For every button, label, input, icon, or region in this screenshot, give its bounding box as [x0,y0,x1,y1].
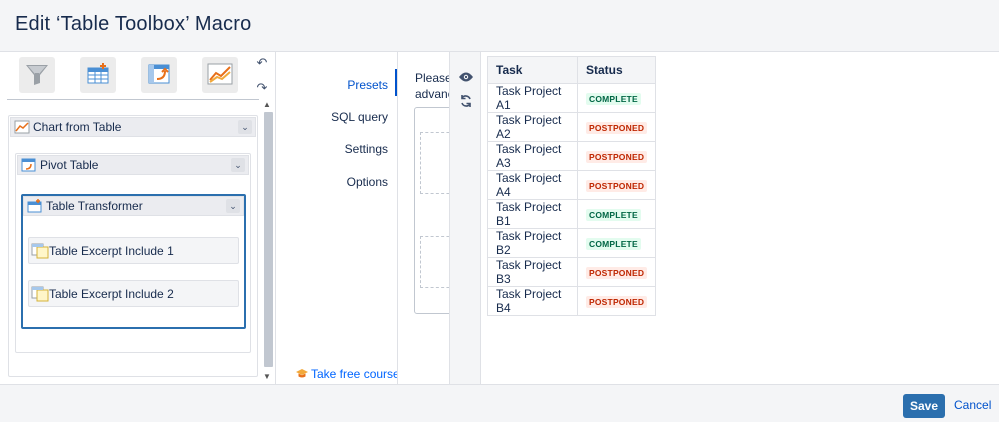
status-cell: COMPLETE [576,199,657,229]
status-badge: POSTPONED [586,122,648,134]
status-cell: COMPLETE [576,228,657,258]
table-transformer-icon [27,199,43,213]
pivot-table-button[interactable] [141,57,177,93]
dialog-footer: Save Cancel [0,384,999,422]
table-row: Task Project B4 POSTPONED [487,286,657,316]
take-free-course-label: Take free course [311,367,400,381]
table-header-row: Task Status [487,56,657,84]
excerpt-include-2[interactable]: Table Excerpt Include 2 [28,280,239,307]
filter-button[interactable] [19,57,55,93]
nav-settings[interactable]: Settings [345,142,388,156]
table-transformer-button[interactable] [80,57,116,93]
macro-tree-panel: ↶ ↷ Chart from Table ⌄ Pivot Table ⌄ Tab… [0,52,276,384]
nav-sql-query[interactable]: SQL query [331,110,388,124]
chevron-down-icon[interactable]: ⌄ [226,199,240,213]
nav-presets[interactable]: Presets [347,78,388,92]
status-cell: POSTPONED [576,170,657,200]
config-hint-line1: Please, [415,71,449,85]
redo-icon: ↷ [256,80,268,95]
table-row: Task Project B1 COMPLETE [487,199,657,229]
excerpt-include-1[interactable]: Table Excerpt Include 1 [28,237,239,264]
status-badge: COMPLETE [586,209,641,221]
column-header-status: Status [576,56,657,84]
column-header-task: Task [487,56,578,84]
scroll-down-icon[interactable]: ▼ [263,372,271,381]
toolbar-divider [7,99,259,100]
preset-frame [414,107,449,314]
status-cell: COMPLETE [576,83,657,113]
scrollbar-thumb[interactable] [264,112,273,367]
task-cell: Task Project B4 [487,286,578,316]
chart-node: Chart from Table ⌄ Pivot Table ⌄ Table T… [8,115,258,377]
preset-config-panel: Please, advanc [397,52,449,384]
excerpt-include-2-label: Table Excerpt Include 2 [49,286,174,301]
preview-table: Task Status Task Project A1 COMPLETE Task … [487,56,657,316]
settings-nav: Presets SQL query Settings Options [276,52,397,384]
status-badge: POSTPONED [586,180,648,192]
cancel-button[interactable]: Cancel [954,398,991,412]
task-cell: Task Project B1 [487,199,578,229]
status-badge: COMPLETE [586,93,641,105]
preview-toolbar [449,52,481,384]
take-free-course-link[interactable]: Take free course [296,367,400,381]
table-row: Task Project A1 COMPLETE [487,83,657,113]
refresh-icon[interactable] [459,94,473,111]
task-cell: Task Project A2 [487,112,578,142]
task-cell: Task Project A3 [487,141,578,171]
pivot-node-label: Pivot Table [40,158,99,172]
transformer-node-label: Table Transformer [46,199,143,213]
table-row: Task Project A3 POSTPONED [487,141,657,171]
task-cell: Task Project A4 [487,170,578,200]
excerpt-include-1-label: Table Excerpt Include 1 [49,243,174,258]
table-transformer-icon [84,60,112,91]
scroll-up-icon[interactable]: ▲ [263,100,271,109]
table-row: Task Project A2 POSTPONED [487,112,657,142]
status-cell: POSTPONED [576,112,657,142]
save-button[interactable]: Save [903,394,945,418]
preset-slot-2[interactable] [420,236,449,288]
undo-icon: ↶ [256,55,268,70]
task-cell: Task Project B3 [487,257,578,287]
preset-slot-1[interactable] [420,132,449,194]
dialog-header: Edit ‘Table Toolbox’ Macro [0,0,999,52]
table-excerpt-icon [31,243,49,259]
pivot-table-icon [145,60,173,91]
status-badge: COMPLETE [586,238,641,250]
config-hint-text: Please, advanc [415,70,449,102]
status-badge: POSTPONED [586,267,648,279]
status-cell: POSTPONED [576,286,657,316]
chevron-down-icon[interactable]: ⌄ [231,158,245,172]
tree-scrollbar[interactable]: ▲ ▼ [262,100,274,384]
table-preview: Task Status Task Project A1 COMPLETE Task … [481,52,999,384]
dialog-title: Edit ‘Table Toolbox’ Macro [15,13,252,35]
status-cell: POSTPONED [576,257,657,287]
chart-button[interactable] [202,57,238,93]
status-badge: POSTPONED [586,151,648,163]
transformer-node: Table Transformer ⌄ Table Excerpt Includ… [21,194,246,329]
config-hint-line2: advanc [415,87,449,101]
status-cell: POSTPONED [576,141,657,171]
chart-node-header[interactable]: Chart from Table ⌄ [10,117,256,137]
undo-button[interactable]: ↶ [254,55,270,70]
eye-icon[interactable] [459,70,473,85]
table-excerpt-icon [31,286,49,302]
table-row: Task Project B2 COMPLETE [487,228,657,258]
graduation-cap-icon [296,369,308,379]
task-cell: Task Project B2 [487,228,578,258]
pivot-table-icon [21,158,37,172]
chart-icon [205,60,235,91]
chart-icon [14,120,30,134]
pivot-node: Pivot Table ⌄ Table Transformer ⌄ Table … [15,153,251,353]
redo-button[interactable]: ↷ [254,80,270,95]
filter-icon [23,60,51,91]
table-row: Task Project A4 POSTPONED [487,170,657,200]
nav-options[interactable]: Options [347,175,388,189]
chevron-down-icon[interactable]: ⌄ [238,120,252,134]
transformer-node-header[interactable]: Table Transformer ⌄ [23,196,244,216]
task-cell: Task Project A1 [487,83,578,113]
pivot-node-header[interactable]: Pivot Table ⌄ [17,155,249,175]
table-row: Task Project B3 POSTPONED [487,257,657,287]
status-badge: POSTPONED [586,296,648,308]
chart-node-label: Chart from Table [33,120,122,134]
